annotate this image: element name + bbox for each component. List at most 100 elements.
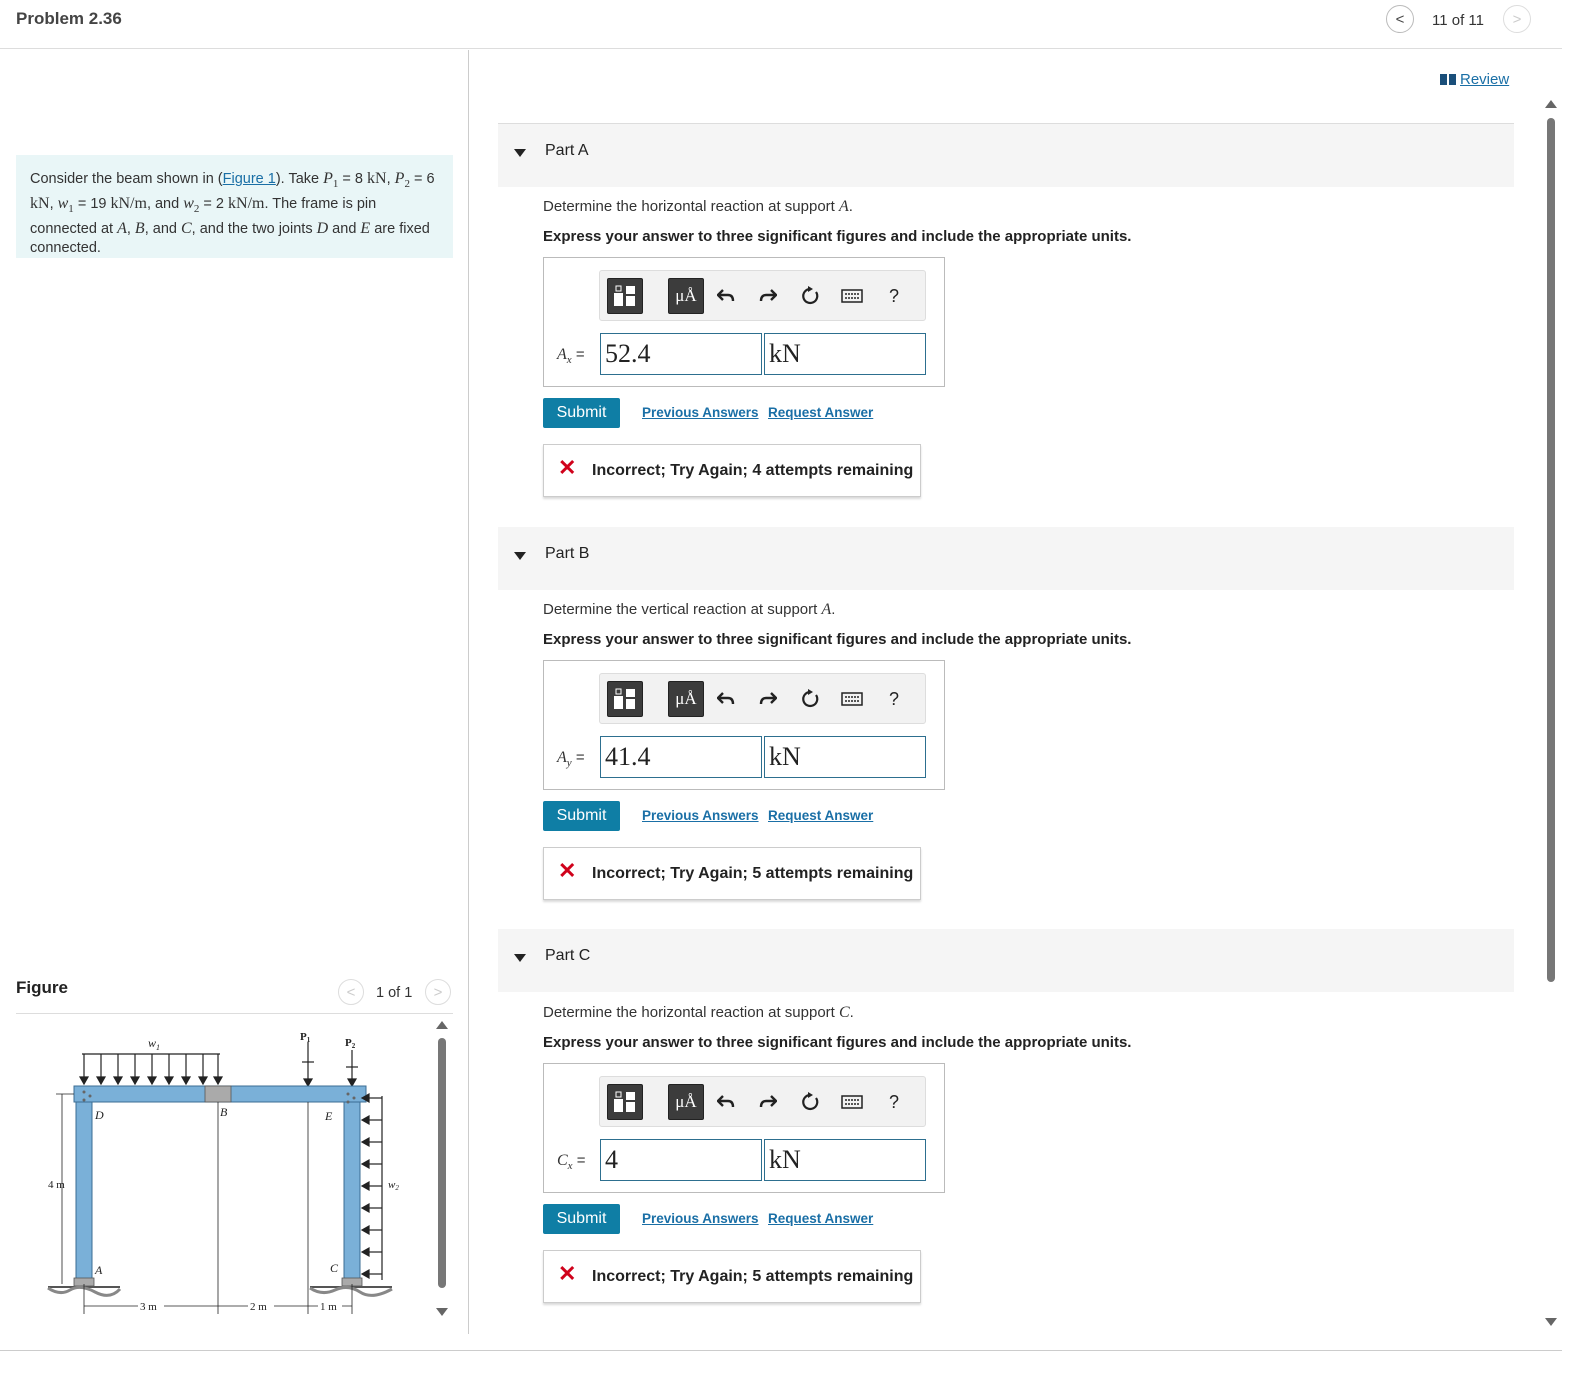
- undo-icon[interactable]: [712, 1088, 740, 1116]
- figure-scrollbar[interactable]: [438, 1038, 446, 1288]
- c-label: C: [330, 1261, 339, 1275]
- templates-button[interactable]: [607, 681, 643, 717]
- part-b-title: Part B: [545, 545, 590, 562]
- part-b-question: Determine the vertical reaction at suppo…: [543, 601, 836, 618]
- submit-button[interactable]: Submit: [543, 801, 620, 831]
- dim-3m: 3 m: [140, 1301, 157, 1313]
- dim-1m: 1 m: [320, 1301, 337, 1313]
- previous-answers-link[interactable]: Previous Answers: [642, 1211, 759, 1226]
- p2-label: P2: [345, 1037, 356, 1050]
- value-input[interactable]: 52.4: [600, 333, 762, 375]
- collapse-triangle-icon: [514, 149, 526, 157]
- left-column: [75, 1101, 93, 1283]
- collapse-triangle-icon: [514, 954, 526, 962]
- a-label: A: [94, 1263, 103, 1277]
- prev-figure-button[interactable]: <: [338, 979, 364, 1005]
- submit-button[interactable]: Submit: [543, 398, 620, 428]
- units-button[interactable]: μÅ: [668, 1084, 704, 1120]
- next-figure-button[interactable]: >: [425, 979, 451, 1005]
- scroll-up-icon[interactable]: [1545, 100, 1557, 108]
- figure-scroll-up-icon[interactable]: [436, 1021, 448, 1029]
- units-button[interactable]: μÅ: [668, 681, 704, 717]
- request-answer-link[interactable]: Request Answer: [768, 405, 873, 420]
- chevron-left-icon: <: [1395, 10, 1405, 28]
- value-input[interactable]: 4: [600, 1139, 762, 1181]
- reset-icon[interactable]: [796, 1088, 824, 1116]
- math-toolbar: μÅ ?: [599, 1076, 926, 1127]
- redo-icon[interactable]: [754, 685, 782, 713]
- submit-button[interactable]: Submit: [543, 1204, 620, 1234]
- next-problem-button[interactable]: >: [1503, 5, 1531, 33]
- review-link[interactable]: Review: [1440, 71, 1509, 88]
- unit-input[interactable]: kN: [764, 736, 926, 778]
- chevron-right-icon: >: [1512, 10, 1522, 28]
- p1-label: P1: [300, 1031, 311, 1044]
- part-a-answer-box: μÅ ? Ax = 52.4 kN: [543, 257, 945, 387]
- math-var: w: [57, 194, 69, 212]
- redo-icon[interactable]: [754, 282, 782, 310]
- prev-problem-button[interactable]: <: [1386, 5, 1414, 33]
- scroll-down-icon[interactable]: [1545, 1318, 1557, 1326]
- part-c-title: Part C: [545, 947, 591, 964]
- keyboard-icon[interactable]: [838, 685, 866, 713]
- request-answer-link[interactable]: Request Answer: [768, 1211, 873, 1226]
- help-icon[interactable]: ?: [880, 282, 908, 310]
- w2-load-arrows: [360, 1092, 382, 1280]
- figure-scroll-down-icon[interactable]: [436, 1308, 448, 1316]
- part-c-header[interactable]: Part C: [498, 929, 1514, 992]
- value-input[interactable]: 41.4: [600, 736, 762, 778]
- math-var: A: [839, 198, 849, 215]
- redo-icon[interactable]: [754, 1088, 782, 1116]
- part-a-instruction: Express your answer to three significant…: [543, 228, 1132, 245]
- keyboard-icon[interactable]: [838, 282, 866, 310]
- reset-icon[interactable]: [796, 685, 824, 713]
- dim-2m: 2 m: [250, 1301, 267, 1313]
- math-var: C: [839, 1004, 850, 1021]
- previous-answers-link[interactable]: Previous Answers: [642, 808, 759, 823]
- part-a-title: Part A: [545, 142, 589, 159]
- feedback-message: ✕ Incorrect; Try Again; 5 attempts remai…: [543, 847, 921, 900]
- feedback-message: ✕ Incorrect; Try Again; 4 attempts remai…: [543, 444, 921, 497]
- help-icon[interactable]: ?: [880, 1088, 908, 1116]
- figure-divider: [16, 1013, 453, 1014]
- math-var: A: [557, 749, 567, 766]
- feedback-message: ✕ Incorrect; Try Again; 5 attempts remai…: [543, 1250, 921, 1303]
- x-mark-icon: ✕: [558, 455, 577, 480]
- part-c-answer-box: μÅ ? Cx = 4 kN: [543, 1063, 945, 1193]
- variable-label: Ax =: [557, 346, 585, 366]
- right-column: [343, 1101, 361, 1283]
- figure-counter: 1 of 1: [376, 985, 413, 1001]
- part-b-answer-box: μÅ ? Ay = 41.4 kN: [543, 660, 945, 790]
- reset-icon[interactable]: [796, 282, 824, 310]
- previous-answers-link[interactable]: Previous Answers: [642, 405, 759, 420]
- equals-sign: =: [571, 346, 585, 363]
- unit-input[interactable]: kN: [764, 333, 926, 375]
- question-text: Determine the vertical reaction at suppo…: [543, 601, 822, 618]
- variable-label: Ay =: [557, 749, 585, 769]
- pin-support-c: [309, 1277, 393, 1297]
- frame-figure: w1 P1 P2 D B E A C w2 4 m 3 m 2 m 1 m: [47, 1031, 399, 1314]
- undo-icon[interactable]: [712, 685, 740, 713]
- intro-text: ). Take: [275, 171, 324, 187]
- e-label: E: [324, 1109, 333, 1123]
- templates-button[interactable]: [607, 1084, 643, 1120]
- part-b-header[interactable]: Part B: [498, 527, 1514, 590]
- page-scrollbar[interactable]: [1547, 118, 1555, 982]
- review-label: Review: [1460, 71, 1510, 88]
- feedback-text: Incorrect; Try Again; 5 attempts remaini…: [592, 865, 914, 882]
- math-unit: kN: [30, 194, 50, 212]
- part-a-header[interactable]: Part A: [498, 124, 1514, 187]
- height-label: 4 m: [48, 1179, 65, 1191]
- undo-icon[interactable]: [712, 282, 740, 310]
- help-icon[interactable]: ?: [880, 685, 908, 713]
- request-answer-link[interactable]: Request Answer: [768, 808, 873, 823]
- math-var: P: [323, 170, 333, 187]
- unit-input[interactable]: kN: [764, 1139, 926, 1181]
- figure-link[interactable]: Figure 1: [223, 171, 276, 187]
- math-var: P: [394, 170, 405, 187]
- keyboard-icon[interactable]: [838, 1088, 866, 1116]
- units-button[interactable]: μÅ: [668, 278, 704, 314]
- templates-button[interactable]: [607, 278, 643, 314]
- pin-b: [204, 1085, 232, 1103]
- equals-sign: =: [572, 1152, 586, 1169]
